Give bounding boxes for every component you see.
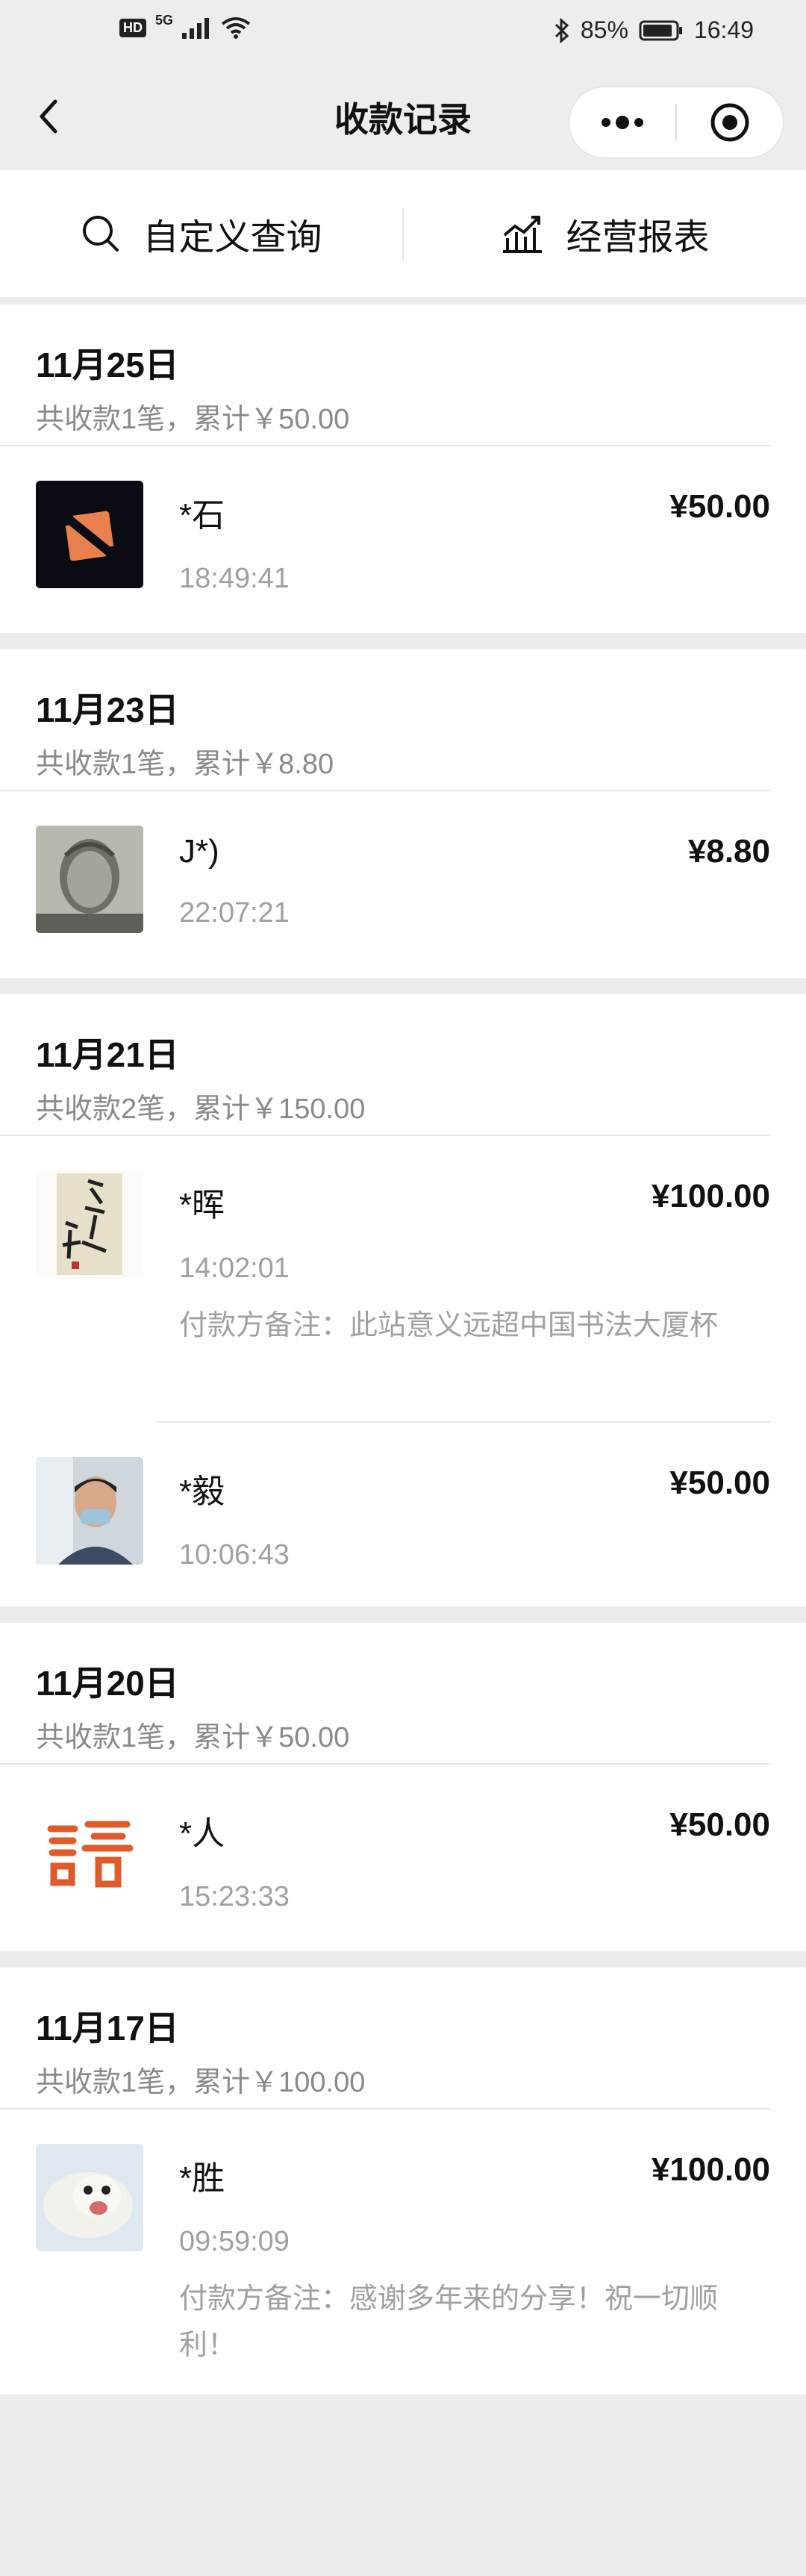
day-summary: 共收款1笔，累计￥50.00 [36,1722,350,1753]
seal-pup-avatar-image [36,2144,143,2251]
bluetooth-icon [554,17,569,43]
avatar [36,826,143,933]
item-body: *晖 14:02:01 付款方备注：此站意义远超中国书法大厦杯 [143,1136,770,1349]
payment-time: 14:02:01 [179,1253,290,1284]
payment-time: 09:59:09 [179,2226,290,2257]
payer-note: 付款方备注：此站意义远超中国书法大厦杯 [179,1310,719,1341]
day-date: 11月21日 [36,1035,179,1074]
day-header: 11月25日 共收款1笔，累计￥50.00 [0,305,770,446]
more-dots-icon [602,116,643,129]
payment-time: 18:49:41 [179,563,290,594]
item-body: J*) 22:07:21 [143,791,770,933]
battery-icon [639,20,682,40]
avatar [36,481,143,588]
target-close-icon [710,103,749,142]
toolbar: 自定义查询 经营报表 [0,170,806,305]
payment-item[interactable]: *晖 14:02:01 付款方备注：此站意义远超中国书法大厦杯 ¥100.00 [0,1136,806,1421]
person-photo-avatar-image [36,1457,143,1565]
avatar [36,1799,143,1906]
day-date: 11月17日 [36,2009,179,2048]
wifi-icon [221,17,251,39]
business-report-label: 经营报表 [566,218,710,258]
payment-amount: ¥100.00 [651,1178,770,1214]
miniprogram-capsule [569,87,784,158]
nav-bar: 收款记录 [0,63,806,170]
status-bar: HD 5G 85% 16:49 [0,0,806,63]
item-body: *胜 09:59:09 付款方备注：感谢多年来的分享！祝一切顺利！ [143,2109,770,2368]
day-summary: 共收款1笔，累计￥50.00 [36,404,350,435]
search-icon [83,216,119,252]
business-report-button[interactable]: 经营报表 [404,208,806,260]
chart-trend-icon [503,216,543,253]
day-header: 11月20日 共收款1笔，累计￥50.00 [0,1623,770,1765]
payment-item[interactable]: *人 15:23:33 ¥50.00 [0,1765,806,1951]
day-summary: 共收款2笔，累计￥150.00 [36,1094,366,1125]
day-section: 11月21日 共收款2笔，累计￥150.00 *晖 14:02:01 付款方备注… [0,994,806,1606]
day-date: 11月20日 [36,1664,179,1703]
day-summary: 共收款1笔，累计￥100.00 [36,2067,366,2098]
payment-amount: ¥100.00 [651,2151,770,2188]
payment-amount: ¥50.00 [669,1806,770,1843]
day-section: 11月20日 共收款1笔，累计￥50.00 *人 15:23:33 ¥50.00 [0,1623,806,1951]
portrait-avatar-image [36,826,143,933]
payment-item[interactable]: J*) 22:07:21 ¥8.80 [0,791,806,978]
payment-amount: ¥50.00 [669,488,770,525]
custom-query-label: 自定义查询 [143,218,322,258]
network-label: 5G [155,12,174,28]
day-date: 11月23日 [36,690,179,729]
game-logo-avatar-image [36,481,143,588]
day-section: 11月17日 共收款1笔，累计￥100.00 *胜 09:59:09 付款方备注… [0,1968,806,2395]
avatar [36,1457,143,1565]
day-header: 11月21日 共收款2笔，累计￥150.00 [0,994,770,1136]
seal-logo-avatar-image [36,1799,143,1906]
day-header: 11月17日 共收款1笔，累计￥100.00 [0,1968,770,2109]
status-right: 85% 16:49 [554,16,754,44]
day-date: 11月25日 [36,346,179,384]
avatar [36,1170,143,1278]
payment-item[interactable]: *毅 10:06:43 ¥50.00 [0,1423,806,1606]
payer-name: J*) [179,833,219,870]
day-section: 11月25日 共收款1笔，累计￥50.00 *石 18:49:41 ¥50.00 [0,305,806,633]
payment-amount: ¥8.80 [687,833,770,870]
close-miniprogram-button[interactable] [677,87,783,158]
payment-amount: ¥50.00 [669,1465,770,1501]
hd-badge: HD [119,18,146,37]
calligraphy-avatar-image [36,1170,143,1278]
signal-icon [182,18,210,39]
payment-item[interactable]: *石 18:49:41 ¥50.00 [0,446,806,633]
day-summary: 共收款1笔，累计￥8.80 [36,749,334,780]
payment-time: 10:06:43 [179,1539,290,1571]
payment-time: 22:07:21 [179,897,290,929]
avatar [36,2144,143,2251]
day-header: 11月23日 共收款1笔，累计￥8.80 [0,649,770,791]
battery-percent: 85% [580,16,628,43]
more-button[interactable] [569,87,675,158]
status-left: HD 5G [119,12,251,39]
day-section: 11月23日 共收款1笔，累计￥8.80 J*) 22:07:21 ¥8.80 [0,649,806,978]
payment-item[interactable]: *胜 09:59:09 付款方备注：感谢多年来的分享！祝一切顺利！ ¥100.0… [0,2109,806,2395]
payment-time: 15:23:33 [179,1881,290,1912]
payer-note: 付款方备注：感谢多年来的分享！祝一切顺利！ [179,2283,719,2361]
custom-query-button[interactable]: 自定义查询 [0,208,402,260]
clock: 16:49 [693,16,754,43]
